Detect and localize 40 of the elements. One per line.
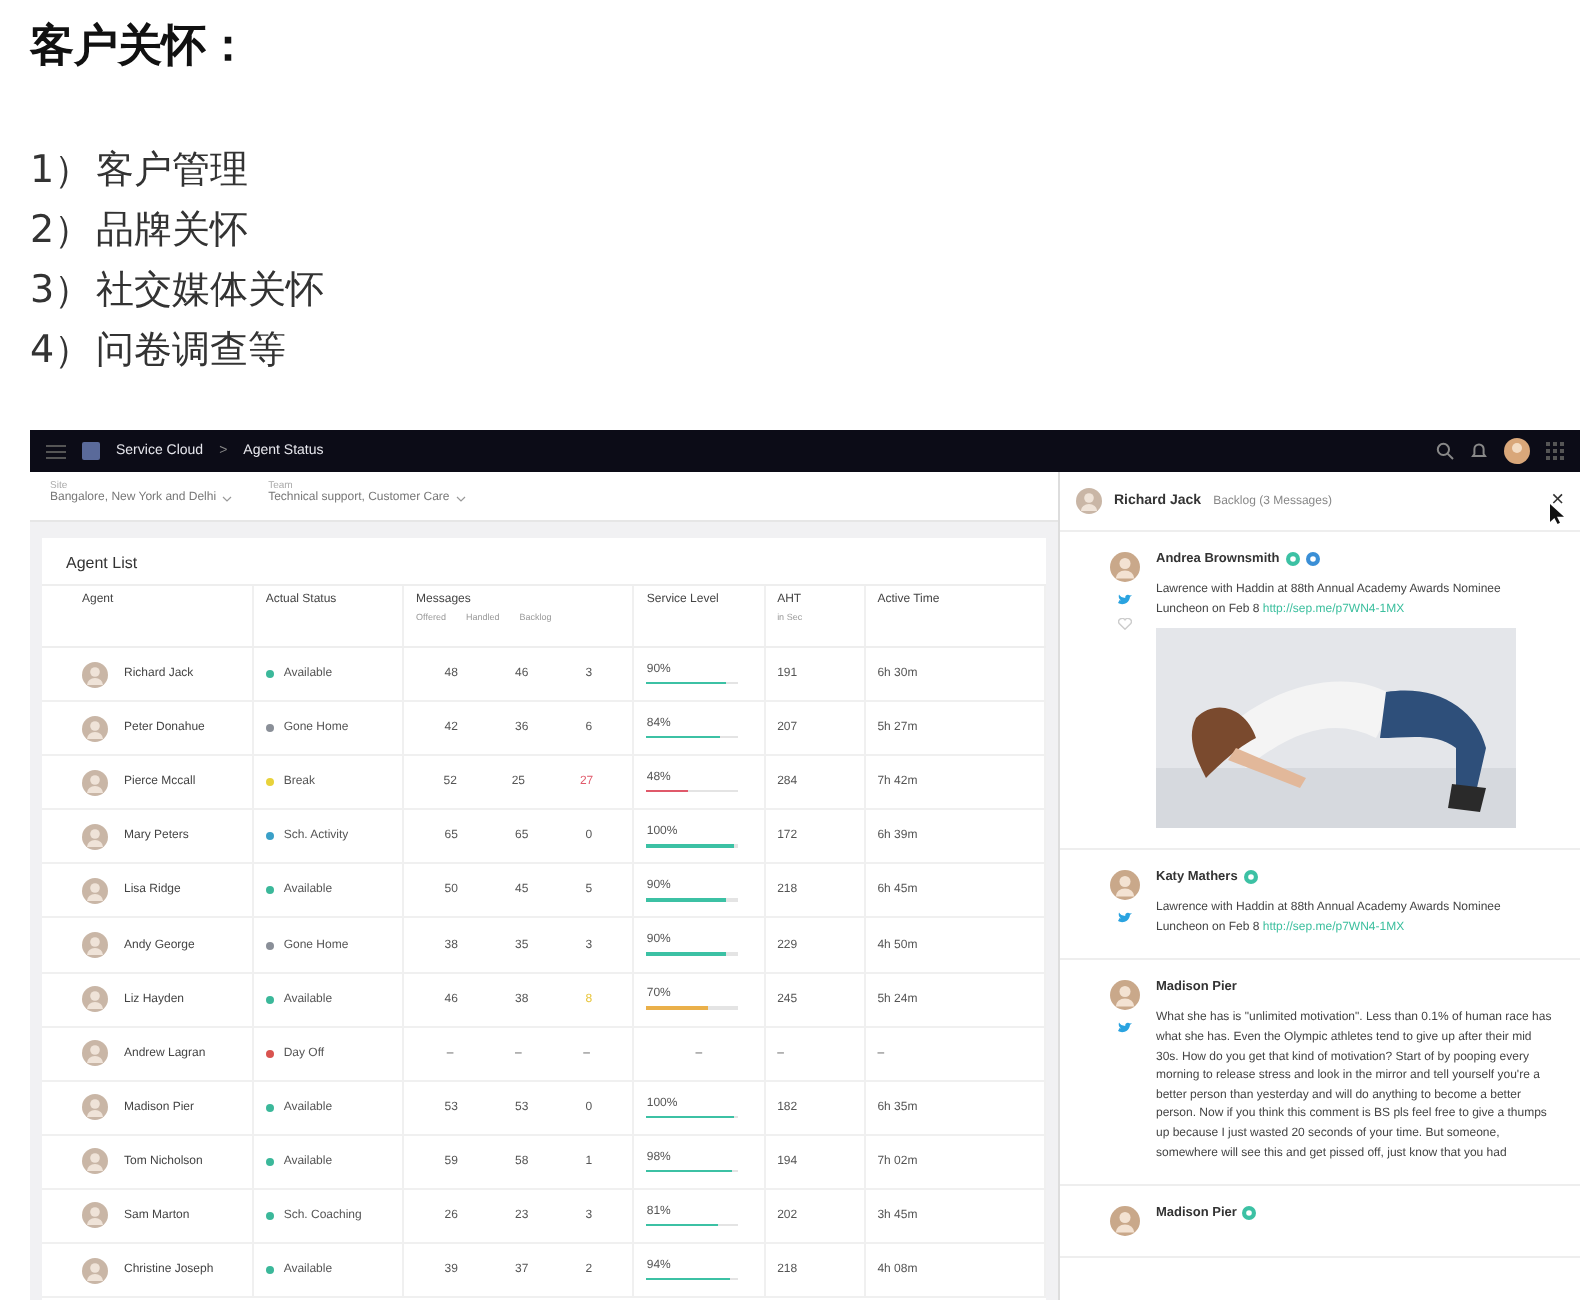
avatar-icon bbox=[82, 661, 108, 688]
list-number: 3） bbox=[30, 266, 95, 316]
list-number: 4） bbox=[30, 326, 95, 376]
list-item-text: 客户管理 bbox=[96, 146, 248, 196]
bell-icon[interactable] bbox=[1470, 442, 1488, 460]
avatar-icon bbox=[82, 1094, 108, 1121]
avatar-icon bbox=[1109, 980, 1139, 1011]
list-number: 1） bbox=[30, 146, 95, 196]
bird-icon bbox=[1117, 1022, 1131, 1035]
close-button[interactable]: × bbox=[1551, 490, 1564, 512]
avatar-icon bbox=[82, 1202, 108, 1229]
apps-grid-icon[interactable] bbox=[1546, 442, 1564, 460]
avatar-icon bbox=[82, 1148, 108, 1175]
list-item-text: 问卷调查等 bbox=[96, 326, 286, 376]
avatar-icon bbox=[82, 877, 108, 904]
article-heading: 客户关怀： bbox=[27, 19, 252, 76]
list-item-text: 社交媒体关怀 bbox=[96, 266, 324, 316]
avatar-icon bbox=[82, 715, 108, 742]
avatar-icon bbox=[82, 932, 108, 959]
avatar-icon bbox=[82, 986, 108, 1013]
app-logo-icon bbox=[82, 442, 100, 460]
avatar-icon bbox=[82, 769, 108, 796]
list-item-text: 品牌关怀 bbox=[96, 206, 248, 256]
avatar-icon bbox=[1109, 552, 1139, 582]
avatar-icon bbox=[1076, 488, 1102, 514]
chevron-down-icon bbox=[455, 495, 466, 501]
bird-icon bbox=[1117, 912, 1131, 925]
avatar-icon bbox=[1109, 870, 1139, 901]
user-avatar-icon[interactable] bbox=[1504, 438, 1530, 464]
menu-icon[interactable] bbox=[46, 443, 66, 459]
avatar-icon bbox=[82, 823, 108, 850]
avatar-icon bbox=[1109, 1206, 1139, 1237]
avatar-icon bbox=[82, 1257, 108, 1284]
avatar-icon bbox=[82, 1040, 108, 1067]
cursor-icon bbox=[1550, 504, 1564, 524]
bird-icon bbox=[1117, 594, 1131, 606]
chevron-down-icon bbox=[222, 495, 233, 501]
card-title: Agent List bbox=[42, 538, 1046, 586]
list-number: 2） bbox=[30, 206, 95, 256]
search-icon[interactable] bbox=[1436, 442, 1454, 460]
